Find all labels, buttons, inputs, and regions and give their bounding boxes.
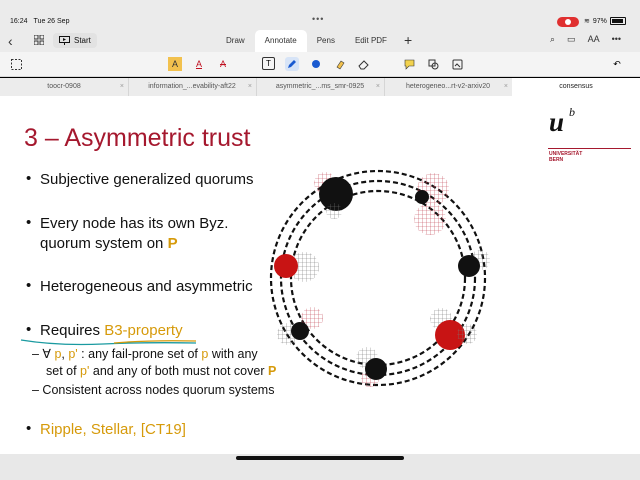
close-icon[interactable]: × [248, 78, 252, 96]
bullet-text-line2: quorum system on P [40, 234, 178, 254]
sub-text: with any [208, 347, 258, 361]
tab-annotate[interactable]: Annotate [254, 30, 307, 52]
book-icon[interactable]: ▭ [567, 34, 576, 45]
pen-icon[interactable] [285, 57, 299, 71]
hatched-node [414, 203, 446, 235]
grid-view-icon[interactable] [34, 35, 44, 45]
sub-text: and any of both must not cover [89, 364, 268, 378]
close-icon[interactable]: × [376, 78, 380, 96]
nav-right-actions: ⌕ ▭ AA ••• [550, 34, 621, 45]
bullet-dot: • [26, 420, 32, 437]
search-icon[interactable]: ⌕ [550, 34, 555, 45]
university-logo-text: UNIVERSITÄT BERN [549, 151, 582, 163]
add-icon[interactable]: + [404, 32, 412, 48]
battery-percent: 97% [592, 17, 607, 25]
text-box-icon[interactable]: T [262, 57, 275, 70]
sub-text: set of [46, 364, 81, 378]
mode-tabs: Draw Annotate Pens Edit PDF [216, 30, 397, 52]
doc-tab-label: toocr-0908 [47, 83, 81, 90]
university-logo-mark: u [549, 107, 565, 137]
doc-tab-consensus[interactable]: consensus [512, 78, 640, 96]
status-right: ≋ 97% [584, 17, 626, 25]
comment-icon[interactable] [402, 57, 416, 71]
sub-bullet-1: – ∀ p, p' : any fail-prone set of p with… [32, 346, 258, 361]
undo-icon[interactable]: ↶ [610, 57, 624, 71]
bottom-bar [0, 454, 640, 480]
slide-title: 3 – Asymmetric trust [24, 124, 251, 152]
screen-recording-icon[interactable] [557, 17, 579, 27]
bullet-dot: • [26, 170, 32, 187]
black-node [415, 190, 429, 204]
university-logo-superscript: b [569, 105, 575, 119]
select-icon[interactable] [9, 57, 23, 71]
wifi-icon: ≋ [584, 18, 590, 25]
nodes [274, 172, 490, 387]
multitasking-dots-icon[interactable]: ••• [312, 14, 324, 24]
sub-bullet-2: – Consistent across nodes quorum systems [32, 383, 275, 397]
presentation-icon [59, 36, 70, 45]
start-label: Start [74, 36, 91, 45]
document-tabs: toocr-0908 × information_...evability-aft… [0, 78, 640, 96]
battery-icon [609, 17, 626, 25]
stamp-icon[interactable] [450, 57, 464, 71]
logo-line-2: BERN [549, 157, 564, 163]
bullet-text: Subjective generalized quorums [40, 171, 254, 188]
bullet-text: Every node has its own Byz. [40, 215, 229, 232]
doc-tab-label: asymmetric_...ms_smr-0925 [275, 83, 365, 90]
start-button[interactable]: Start [53, 33, 97, 48]
doc-tab-asymmetric[interactable]: asymmetric_...ms_smr-0925 × [256, 78, 385, 96]
sub-p-prime: p' [68, 347, 78, 361]
nav-bar: ‹ Start Draw Annotate Pens Edit PDF + ⌕ … [0, 30, 640, 52]
sub-text: – ∀ [32, 347, 55, 361]
red-node [274, 254, 298, 278]
tab-draw[interactable]: Draw [216, 30, 255, 52]
sub-p-prime: p' [80, 364, 90, 378]
clock: 16:24 [10, 18, 28, 25]
highlight-P: P [167, 235, 178, 252]
highlighter-icon[interactable] [333, 57, 347, 71]
doc-tab-heterogeneous[interactable]: heterogeneo...rt-v2-arxiv20 × [384, 78, 513, 96]
doc-tab-label: information_...evability-aft22 [148, 83, 236, 90]
hatched-node [457, 324, 477, 344]
black-node [458, 255, 480, 277]
bullet-text: Heterogeneous and asymmetric [40, 278, 253, 295]
more-icon[interactable]: ••• [612, 34, 621, 45]
shapes-icon[interactable] [426, 57, 440, 71]
logo-divider [548, 148, 631, 149]
sub-bullet-1-cont: set of p' and any of both must not cover… [46, 364, 276, 378]
text-size-icon[interactable]: AA [588, 34, 600, 45]
text-color-icon[interactable]: A [192, 57, 206, 71]
doc-tab-information[interactable]: information_...evability-aft22 × [128, 78, 257, 96]
bullet-dot: • [26, 277, 32, 294]
date: Tue 26 Sep [33, 18, 70, 25]
bullet-text-prefix: quorum system on [40, 235, 168, 252]
eraser-icon[interactable] [356, 57, 370, 71]
bullet-text: Ripple, Stellar, [CT19] [40, 421, 186, 438]
doc-tab-label: consensus [559, 83, 593, 90]
ring-diagram [269, 169, 490, 387]
black-node [365, 358, 387, 380]
tab-pens[interactable]: Pens [307, 30, 345, 52]
home-indicator[interactable] [236, 456, 404, 460]
close-icon[interactable]: × [504, 78, 508, 96]
tab-edit-pdf[interactable]: Edit PDF [345, 30, 397, 52]
slide: 3 – Asymmetric trust u b UNIVERSITÄT BER… [0, 96, 640, 454]
strikethrough-icon[interactable]: A [216, 57, 230, 71]
annotation-toolbar: A A A T ↶ [0, 52, 640, 77]
highlight-text-icon[interactable]: A [168, 57, 182, 71]
doc-tab-label: heterogeneo...rt-v2-arxiv20 [405, 83, 491, 90]
hatched-node [326, 203, 342, 219]
black-node [291, 322, 309, 340]
doc-tab-toocr[interactable]: toocr-0908 × [0, 78, 129, 96]
back-chevron-icon[interactable]: ‹ [8, 33, 13, 49]
sub-text: : any fail-prone set of [77, 347, 202, 361]
status-time: 16:24 Tue 26 Sep [10, 18, 69, 25]
bullet-dot: • [26, 214, 32, 231]
close-icon[interactable]: × [120, 78, 124, 96]
color-dot-icon[interactable] [309, 57, 323, 71]
